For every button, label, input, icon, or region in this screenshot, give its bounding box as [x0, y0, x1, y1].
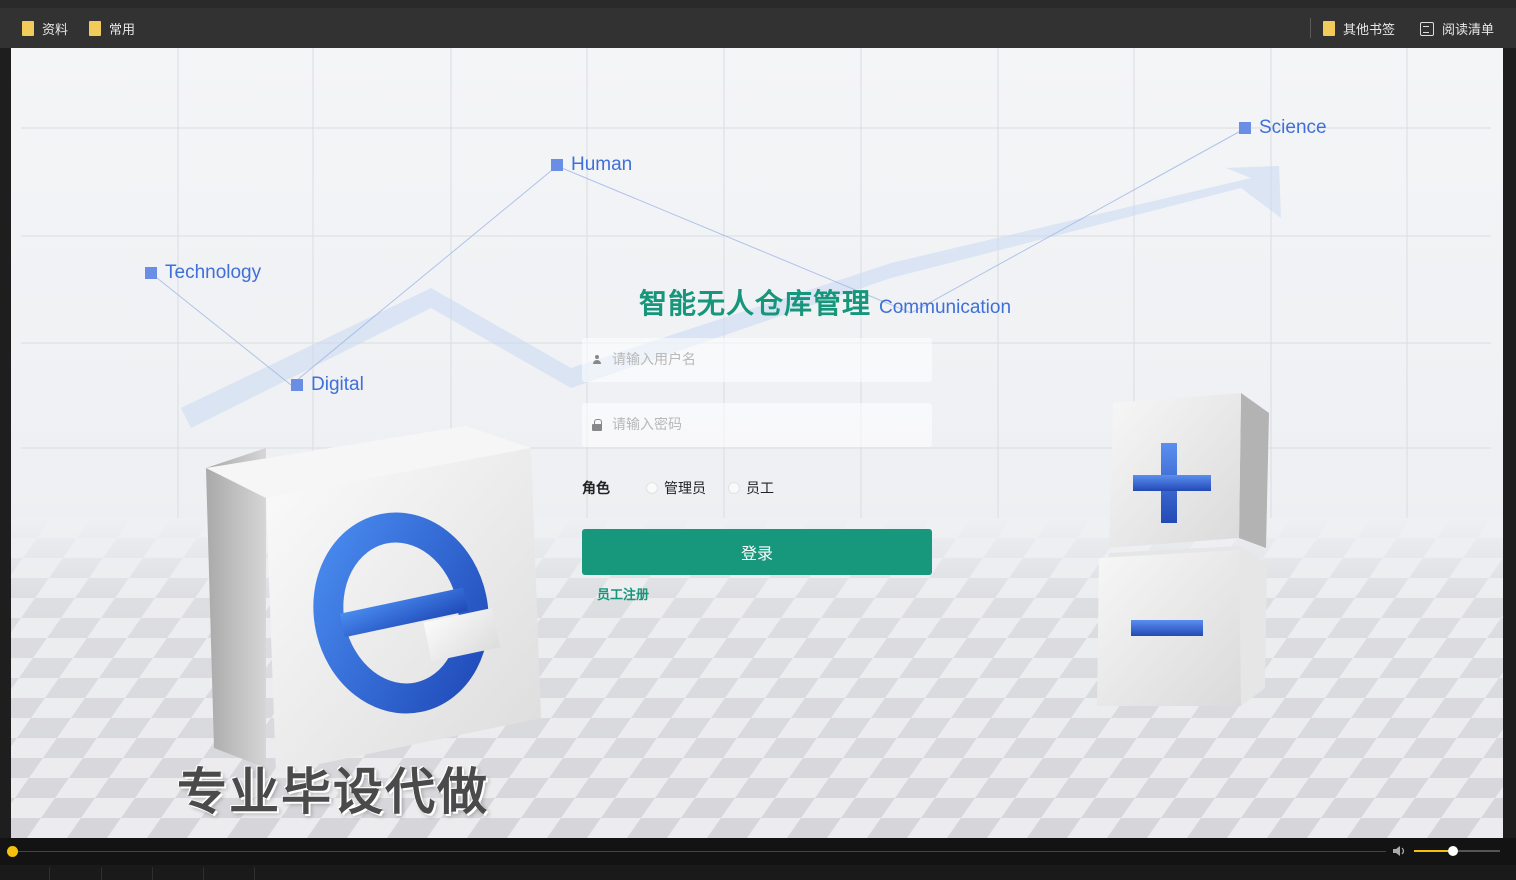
other-bookmarks-label: 其他书签	[1343, 23, 1396, 38]
radio-circle[interactable]	[728, 482, 740, 494]
role-selector: 角色 管理员 员工	[582, 478, 796, 498]
role-radio-employee[interactable]: 员工	[728, 478, 774, 498]
taskbar	[0, 865, 1516, 880]
folder-icon	[1323, 21, 1335, 36]
login-page: Technology Human Digital Science 智能无人仓库管…	[11, 48, 1503, 838]
folder-icon	[22, 21, 34, 36]
other-bookmarks[interactable]: 其他书签	[1323, 19, 1395, 38]
taskbar-slot[interactable]	[153, 867, 204, 880]
user-icon	[592, 355, 602, 365]
reading-list-label: 阅读清单	[1442, 23, 1495, 38]
browser-top-strip	[0, 0, 1516, 8]
lock-icon	[592, 419, 602, 431]
taskbar-slot[interactable]	[102, 867, 153, 880]
bookmark-changyong[interactable]: 常用	[89, 19, 135, 38]
square-icon	[1239, 122, 1251, 134]
username-input[interactable]	[612, 352, 902, 368]
volume-knob[interactable]	[1447, 846, 1458, 856]
radio-circle[interactable]	[646, 482, 658, 494]
label-text: Digital	[311, 374, 364, 395]
square-icon	[551, 159, 563, 171]
title-english: Communication	[879, 297, 1012, 318]
bookmark-label: 常用	[109, 23, 136, 38]
employee-register-link[interactable]: 员工注册	[597, 584, 649, 603]
square-icon	[291, 379, 303, 391]
square-icon	[145, 267, 157, 279]
bookmark-divider	[1310, 18, 1311, 38]
role-option-label: 员工	[746, 481, 774, 497]
label-text: Human	[571, 154, 633, 175]
role-radio-admin[interactable]: 管理员	[646, 478, 706, 498]
app-title: 智能无人仓库管理 Communication	[639, 282, 1011, 322]
bookmarks-bar: 资料 常用 其他书签 阅读清单	[0, 8, 1516, 48]
reading-list-icon	[1420, 21, 1434, 36]
label-text: Technology	[165, 262, 262, 283]
volume-slider[interactable]	[1414, 846, 1500, 856]
login-button[interactable]: 登录	[582, 529, 932, 575]
title-chinese: 智能无人仓库管理	[639, 287, 872, 320]
label-science: Science	[1239, 117, 1327, 139]
role-option-label: 管理员	[664, 481, 706, 497]
e-logo-cube	[206, 426, 541, 773]
media-control-bar	[0, 838, 1516, 865]
volume-fill	[1414, 850, 1453, 852]
bookmark-ziliao[interactable]: 资料	[22, 19, 68, 38]
role-label: 角色	[582, 481, 610, 497]
volume-icon[interactable]	[1392, 844, 1408, 858]
taskbar-slot[interactable]	[204, 867, 255, 880]
password-input[interactable]	[612, 417, 902, 433]
label-human: Human	[551, 154, 632, 176]
plus-minus-cubes	[1097, 393, 1269, 706]
taskbar-slot[interactable]	[0, 867, 50, 880]
bookmark-label: 资料	[42, 23, 69, 38]
label-technology: Technology	[145, 262, 261, 284]
progress-track[interactable]	[12, 851, 1386, 852]
reading-list[interactable]: 阅读清单	[1420, 19, 1494, 38]
taskbar-slot[interactable]	[50, 867, 102, 880]
username-field[interactable]	[582, 338, 932, 382]
folder-icon	[89, 21, 101, 36]
password-field[interactable]	[582, 403, 932, 447]
label-text: Science	[1259, 117, 1327, 138]
watermark-overlay-text: 专业毕设代做	[177, 763, 489, 821]
progress-handle[interactable]	[7, 846, 18, 857]
label-digital: Digital	[291, 374, 364, 396]
